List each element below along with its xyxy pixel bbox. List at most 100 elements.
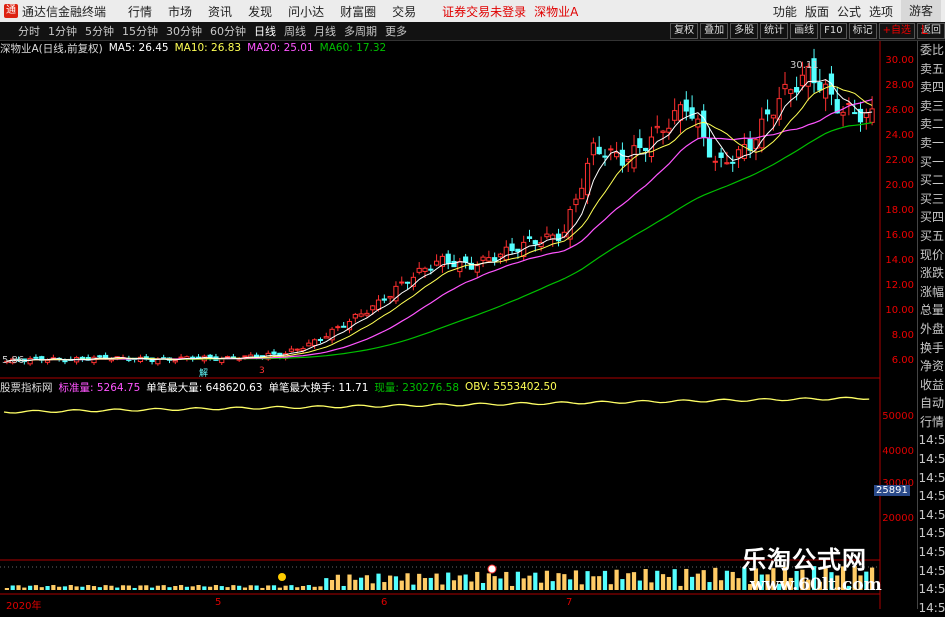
volume-bar [446,572,451,590]
volume-bar [376,573,381,590]
side-panel-item[interactable]: 买一 [918,153,945,172]
price-axis-label: 18.00 [885,205,914,216]
candle-body [323,336,329,339]
volume-bar [405,573,410,590]
candle-body [370,305,376,311]
price-axis-label: 6.00 [891,355,914,366]
side-panel-item[interactable]: 14:5 [918,487,945,506]
volume-bar [719,580,724,590]
vol-axis-50000: 50000 [882,411,914,422]
volume-bar [475,571,480,590]
volume-bar [109,585,114,590]
volume-bar [527,575,532,590]
volume-bar [480,582,486,590]
side-panel-item[interactable]: 外盘 [918,320,945,339]
volume-bar [736,578,741,590]
side-panel-item[interactable]: 卖四 [918,78,945,97]
obv-label: OBV: 5553402.50 [465,381,557,393]
side-panel-item[interactable]: 换手 [918,339,945,358]
volume-bar [300,585,306,590]
side-panel-item[interactable]: 总量 [918,301,945,320]
side-panel-item[interactable]: 净资 [918,357,945,376]
candle-body [788,89,794,94]
volume-bar [329,580,335,590]
side-panel-item[interactable]: 卖一 [918,134,945,153]
high-price-label: 30.11 [790,60,819,71]
candle-body [747,138,753,151]
volume-bar [132,587,137,590]
side-panel-item[interactable]: 14:5 [918,580,945,599]
candle-body [608,148,614,151]
candle-body [480,256,486,261]
side-panel-item[interactable]: 卖二 [918,115,945,134]
candle-body [463,256,469,263]
candle-body [689,107,695,119]
side-panel-item[interactable]: 买四 [918,208,945,227]
side-panel-item[interactable]: 行情 [918,413,945,432]
volume-bar [57,586,62,590]
volume-bar [231,585,236,590]
candle-body [242,355,248,358]
volume-bar [568,579,573,590]
side-panel-item[interactable]: 自动 [918,394,945,413]
volume-bar [724,570,730,590]
candle-body [497,253,504,258]
volume-bar [184,586,190,590]
side-panel-item[interactable]: 涨幅 [918,283,945,302]
volume-bar [393,576,399,590]
candle-body [381,298,387,301]
side-panel-item[interactable]: 14:5 [918,431,945,450]
volume-bar [347,574,352,590]
side-panel-item[interactable]: 涨跌 [918,264,945,283]
volume-bar [655,570,660,590]
candle-body [677,104,684,121]
price-axis-label: 20.00 [885,180,914,191]
side-panel-item[interactable]: 14:5 [918,543,945,562]
side-panel-item[interactable]: 买三 [918,190,945,209]
side-panel-item[interactable]: 买二 [918,171,945,190]
candle-body [451,260,457,268]
volume-bar [695,573,700,590]
candle-body [474,265,480,273]
side-panel-item[interactable]: 14:5 [918,562,945,581]
candle-body [846,103,852,106]
candle-body [701,110,707,138]
side-panel-item[interactable]: 现价 [918,246,945,265]
side-panel-item[interactable]: 14:5 [918,524,945,543]
indicator-name[interactable]: 股票指标网 [0,380,53,395]
price-axis-label: 8.00 [891,330,914,341]
volume-bar [515,571,520,590]
side-panel-item[interactable]: 卖五 [918,60,945,79]
candle-body [776,98,782,120]
side-panel-item[interactable]: 14:5 [918,506,945,525]
candle-body [172,359,178,363]
current-vol-badge: 25891 [874,485,910,496]
volume-bar [68,585,73,590]
volume-bar [62,586,68,590]
candle-body [97,355,103,358]
side-panel-item[interactable]: 买五 [918,227,945,246]
side-panel-item[interactable]: 14:5 [918,469,945,488]
volume-bar [509,585,515,590]
candle-body [364,312,370,316]
kline-chart[interactable] [0,0,917,609]
candle-body [672,110,678,121]
candle-body [532,240,538,245]
side-panel-item[interactable]: 卖三 [918,97,945,116]
volume-bar [318,586,323,590]
volume-bar [417,573,422,590]
side-panel-item[interactable]: 14:5 [918,450,945,469]
candle-marker-2: 3 [259,366,265,376]
marker-dot-icon [278,573,286,581]
side-panel-item[interactable]: 委比 [918,41,945,60]
volume-bar [597,576,602,590]
volume-bar [103,585,108,590]
volume-bar [486,573,491,590]
candle-body [335,326,341,329]
candle-body [596,146,602,155]
watermark-title: 乐淘公式网 [742,545,867,574]
volume-bar [689,576,695,590]
side-panel-item[interactable]: 收益 [918,376,945,395]
side-panel-item[interactable]: 14:5 [918,599,945,617]
volume-bar [219,586,224,590]
